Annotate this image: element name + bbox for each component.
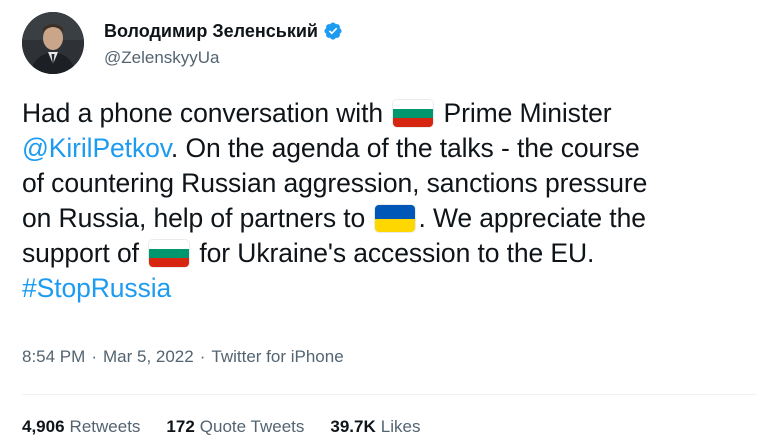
bulgaria-flag-icon xyxy=(393,100,434,127)
meta-separator: · xyxy=(199,347,206,366)
tweet-line: #StopRussia xyxy=(22,271,757,306)
retweets-label: Retweets xyxy=(69,417,141,436)
likes-stat[interactable]: 39.7K Likes xyxy=(330,417,420,437)
avatar-image xyxy=(22,12,84,74)
author-display-name[interactable]: Володимир Зеленський xyxy=(104,21,318,42)
verified-badge-icon xyxy=(323,21,343,41)
ukraine-flag-icon xyxy=(375,205,416,232)
quote-tweets-count: 172 xyxy=(166,417,195,436)
meta-separator: · xyxy=(91,347,97,366)
mention-link[interactable]: @KirilPetkov xyxy=(22,133,171,163)
tweet-line: on Russia, help of partners to . We appr… xyxy=(22,201,757,236)
tweet-text-segment: . On the agenda of the talks - the cours… xyxy=(170,133,640,163)
tweet-text-segment: for Ukraine's accession to the EU. xyxy=(199,238,595,268)
tweet-text-segment: Prime Minister xyxy=(443,98,612,128)
tweet-stats: 4,906 Retweets 172 Quote Tweets 39.7K Li… xyxy=(22,417,446,437)
likes-label: Likes xyxy=(380,417,421,436)
tweet-header: Володимир Зеленський @ZelenskyyUa xyxy=(22,12,742,74)
tweet-line: of countering Russian aggression, sancti… xyxy=(22,168,648,198)
avatar[interactable] xyxy=(22,12,84,74)
tweet-text-segment: . We appreciate the xyxy=(418,203,646,233)
likes-count: 39.7K xyxy=(330,417,376,436)
author-handle[interactable]: @ZelenskyyUa xyxy=(104,48,343,68)
quote-tweets-label: Quote Tweets xyxy=(199,417,305,436)
tweet-line: Had a phone conversation with Prime Mini… xyxy=(22,96,757,131)
tweet-text-segment: on Russia, help of partners to xyxy=(22,203,366,233)
tweet-line: support of for Ukraine's accession to th… xyxy=(22,236,757,271)
tweet-source[interactable]: Twitter for iPhone xyxy=(211,347,343,367)
hashtag-link[interactable]: #StopRussia xyxy=(22,273,171,303)
tweet-metadata: 8:54 PM · Mar 5, 2022 · Twitter for iPho… xyxy=(22,347,344,367)
tweet-date[interactable]: Mar 5, 2022 xyxy=(103,347,194,367)
retweets-count: 4,906 xyxy=(22,417,65,436)
retweets-stat[interactable]: 4,906 Retweets xyxy=(22,417,140,437)
author-block: Володимир Зеленський @ZelenskyyUa xyxy=(104,20,343,68)
tweet-text: Had a phone conversation with Prime Mini… xyxy=(22,96,757,306)
quote-tweets-stat[interactable]: 172 Quote Tweets xyxy=(166,417,304,437)
tweet-text-segment: Had a phone conversation with xyxy=(22,98,383,128)
tweet-time[interactable]: 8:54 PM xyxy=(22,347,85,367)
divider xyxy=(22,394,756,395)
bulgaria-flag-icon xyxy=(149,240,190,267)
tweet-line: @KirilPetkov. On the agenda of the talks… xyxy=(22,131,757,166)
tweet-text-segment: support of xyxy=(22,238,139,268)
